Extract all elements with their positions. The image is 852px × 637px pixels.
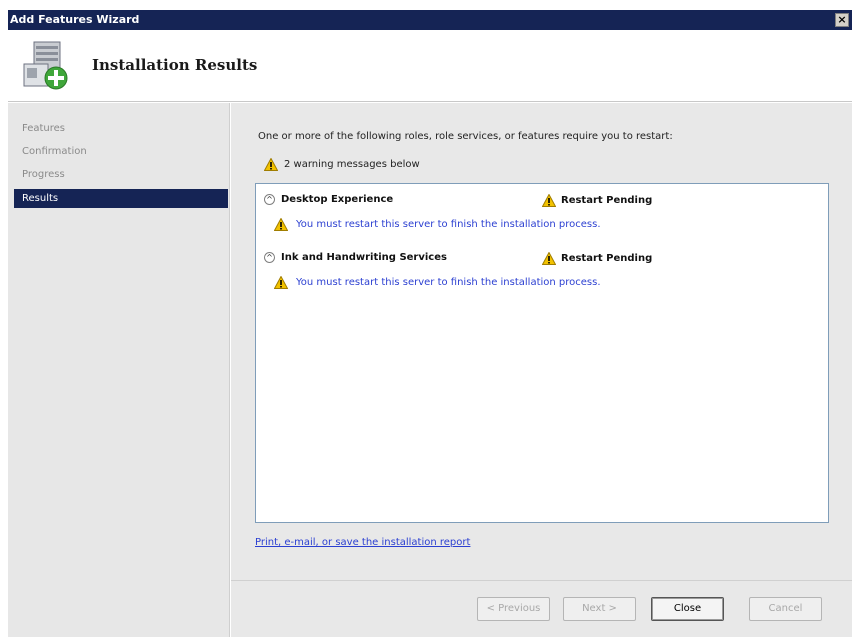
result-message-text: You must restart this server to finish t… [296,277,601,288]
collapse-icon[interactable]: ^ [264,252,275,263]
result-name: Desktop Experience [281,194,394,205]
sidebar-item-features[interactable]: Features [14,119,228,138]
sidebar-item-progress[interactable]: Progress [14,165,228,184]
result-header: ^ Ink and Handwriting Services [264,252,447,263]
page-title: Installation Results [92,56,258,74]
close-button[interactable]: Close [651,597,724,621]
results-list: ^ Desktop Experience Restart Pending You… [255,183,829,523]
result-message: You must restart this server to finish t… [274,218,601,231]
result-message-text: You must restart this server to finish t… [296,219,601,230]
wizard-header: Installation Results [8,30,852,102]
collapse-icon[interactable]: ^ [264,194,275,205]
wizard-content: One or more of the following roles, role… [231,103,852,580]
warning-icon [274,218,288,231]
warning-icon [264,158,278,171]
close-window-icon[interactable]: × [835,13,849,27]
sidebar-item-confirmation[interactable]: Confirmation [14,142,228,161]
window-title: Add Features Wizard [10,13,140,26]
result-header: ^ Desktop Experience [264,194,393,205]
wizard-footer: < Previous Next > Close Cancel [231,580,852,637]
result-name: Ink and Handwriting Services [281,252,447,263]
report-link[interactable]: Print, e-mail, or save the installation … [255,537,470,548]
warning-summary: 2 warning messages below [264,158,420,171]
result-status-text: Restart Pending [561,253,653,264]
previous-button[interactable]: < Previous [477,597,550,621]
result-status-text: Restart Pending [561,195,653,206]
warning-icon [274,276,288,289]
next-button[interactable]: Next > [563,597,636,621]
sidebar-item-results[interactable]: Results [14,189,228,208]
warning-icon [542,194,556,207]
warning-icon [542,252,556,265]
window-titlebar: Add Features Wizard × [8,10,852,30]
cancel-button[interactable]: Cancel [749,597,822,621]
result-message: You must restart this server to finish t… [274,276,601,289]
result-status: Restart Pending [542,194,652,207]
server-add-icon [23,41,68,90]
restart-notice: One or more of the following roles, role… [258,131,673,142]
wizard-sidebar: Features Confirmation Progress Results [8,103,230,637]
warning-summary-text: 2 warning messages below [284,159,420,170]
result-status: Restart Pending [542,252,652,265]
